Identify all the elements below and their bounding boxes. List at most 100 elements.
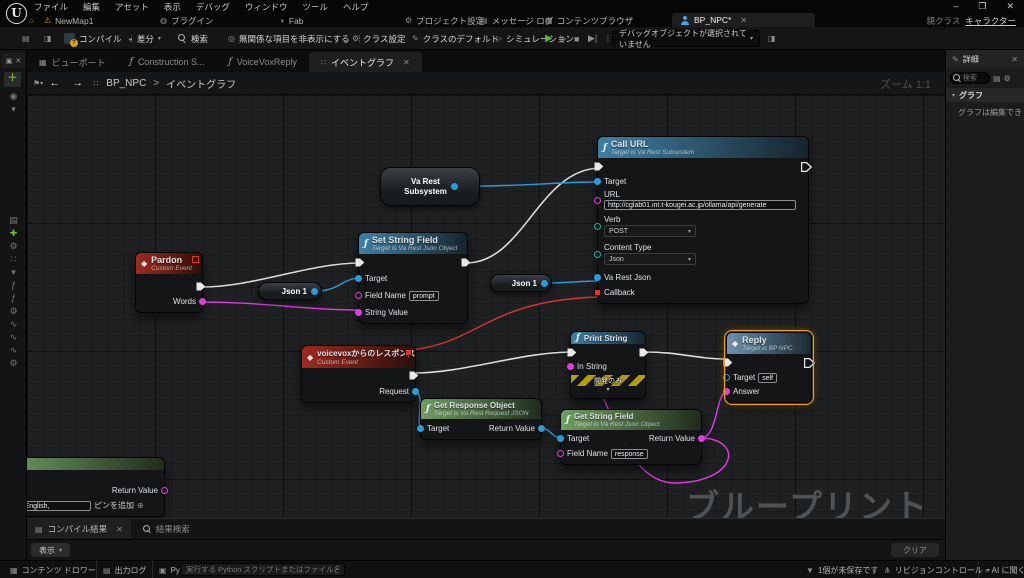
menu-help[interactable]: ヘルプ bbox=[343, 1, 369, 13]
avatar-icon[interactable]: ◉ bbox=[10, 90, 18, 103]
callback-pin[interactable] bbox=[594, 289, 601, 296]
target-self-input[interactable]: self bbox=[758, 373, 777, 383]
exec-pin[interactable] bbox=[409, 371, 419, 380]
hide-unrelated-button[interactable]: ◎無関係な項目を非表示にする⋮ bbox=[228, 27, 364, 50]
play-to-button[interactable]: ▶| bbox=[588, 27, 597, 50]
folder-icon[interactable]: ▤ bbox=[9, 214, 18, 227]
close-icon[interactable]: ✕ bbox=[15, 57, 21, 65]
menu-file[interactable]: ファイル bbox=[34, 1, 68, 13]
collapse-icon[interactable]: ▾ bbox=[11, 103, 16, 116]
variable-icon[interactable]: ∿ bbox=[10, 344, 18, 357]
text-value-input[interactable]: er in English, bbox=[27, 501, 91, 511]
function-icon[interactable]: ƒ bbox=[11, 292, 16, 305]
string-value-pin[interactable] bbox=[355, 309, 362, 316]
variable-icon[interactable]: ∿ bbox=[10, 318, 18, 331]
grid-icon[interactable]: ▤ bbox=[993, 74, 1001, 83]
browse-button[interactable]: ◨ bbox=[44, 27, 52, 50]
node-varest-subsystem[interactable]: Va RestSubsystem bbox=[380, 167, 480, 206]
level-tab[interactable]: ⚠ NewMap1 bbox=[44, 14, 93, 27]
subsystem-output-pin[interactable] bbox=[451, 183, 458, 190]
add-icon[interactable]: ✚ bbox=[10, 227, 18, 240]
node-set-string-field[interactable]: ƒ Set String FieldTarget is Va Rest Json… bbox=[358, 232, 468, 324]
words-pin[interactable] bbox=[199, 298, 206, 305]
request-pin[interactable] bbox=[412, 388, 419, 395]
menu-edit[interactable]: 編集 bbox=[83, 1, 100, 13]
delegate-pin[interactable] bbox=[192, 256, 199, 263]
save-button[interactable]: ▤ bbox=[22, 27, 30, 50]
frame-skip-button[interactable]: ▷ bbox=[560, 27, 567, 50]
debug-object-dropdown[interactable]: デバッグオブジェクトが選択されていません▾ bbox=[612, 30, 760, 47]
exec-out-pin[interactable] bbox=[804, 358, 815, 368]
node-get-response-object[interactable]: ƒ Get Response ObjectTarget is Va Rest R… bbox=[420, 398, 542, 440]
minimize-button[interactable]: – bbox=[953, 1, 958, 12]
class-defaults-button[interactable]: ✎クラスのデフォルト bbox=[412, 27, 499, 50]
add-pin-icon[interactable]: ⊕ bbox=[137, 501, 144, 510]
exec-in-pin[interactable] bbox=[567, 348, 577, 357]
close-tab-icon[interactable]: ✕ bbox=[740, 16, 747, 25]
find-button[interactable]: 検索 bbox=[178, 27, 208, 50]
json-output-pin[interactable] bbox=[541, 280, 548, 287]
url-pin[interactable] bbox=[594, 197, 601, 204]
field-name-input[interactable]: prompt bbox=[409, 291, 439, 301]
exec-out-pin[interactable] bbox=[461, 258, 471, 267]
show-filter-button[interactable]: 表示▾ bbox=[31, 543, 70, 557]
menu-debug[interactable]: デバッグ bbox=[196, 1, 230, 13]
bookmark-icon[interactable]: ⚑ bbox=[33, 79, 40, 88]
node-json1-variable[interactable]: Json 1 bbox=[258, 282, 322, 300]
details-section-graph[interactable]: ▾ グラフ bbox=[946, 88, 1024, 102]
project-settings-button[interactable]: ⚙プロジェクト設定 bbox=[405, 14, 484, 27]
clear-button[interactable]: クリア bbox=[891, 543, 939, 557]
close-tab-icon[interactable]: ✕ bbox=[403, 58, 410, 67]
close-button[interactable]: ✕ bbox=[1006, 1, 1014, 12]
compile-button[interactable]: コンパイル⋮ bbox=[64, 27, 136, 50]
play-options-button[interactable]: ⋮ bbox=[602, 27, 612, 50]
diff-button[interactable]: ◒差分▾ bbox=[128, 27, 161, 50]
chevron-down-icon[interactable]: ▾ bbox=[11, 266, 16, 279]
tab-voicevox-reply[interactable]: ƒVoiceVoxReply bbox=[216, 52, 308, 72]
node-call-url[interactable]: ƒ Call URLTarget is Va Rest Subsystem Ta… bbox=[597, 136, 809, 304]
exec-in-pin[interactable] bbox=[723, 358, 733, 367]
target-pin[interactable] bbox=[355, 275, 362, 282]
answer-pin[interactable] bbox=[723, 388, 730, 395]
content-type-dropdown[interactable]: Json▾ bbox=[604, 253, 696, 265]
breadcrumb-current[interactable]: イベントグラフ bbox=[166, 76, 236, 91]
json-output-pin[interactable] bbox=[311, 288, 318, 295]
message-log-button[interactable]: ▤メッセージ ログ bbox=[480, 14, 553, 27]
varest-json-pin[interactable] bbox=[594, 274, 601, 281]
add-pin-button[interactable]: ピンを追加 bbox=[94, 500, 134, 511]
forward-button[interactable]: → bbox=[72, 77, 83, 89]
graph-icon[interactable]: ∷ bbox=[11, 253, 17, 266]
python-command-input[interactable] bbox=[180, 563, 345, 576]
gear-icon[interactable]: ⚙ bbox=[9, 240, 17, 253]
debug-browse-button[interactable]: ◨ bbox=[768, 27, 776, 50]
url-input[interactable]: http://cglab01.int.t-kougei.ac.jp/ollama… bbox=[604, 200, 796, 210]
function-icon[interactable]: ƒ bbox=[11, 279, 16, 292]
event-graph-canvas[interactable]: ◆ PardonCustom Event Words Json 1 Va Res… bbox=[27, 95, 945, 518]
close-icon[interactable]: ✕ bbox=[1011, 55, 1018, 64]
target-pin[interactable] bbox=[723, 374, 730, 381]
maximize-button[interactable]: ❐ bbox=[978, 1, 986, 12]
add-bookmark-button[interactable]: ＋ bbox=[4, 72, 21, 87]
parent-class-link[interactable]: キャラクター bbox=[965, 16, 1016, 26]
gear-icon[interactable]: ⚙ bbox=[9, 305, 17, 318]
return-value-pin[interactable] bbox=[698, 435, 705, 442]
content-browser-button[interactable]: ▦コンテンツブラウザ bbox=[545, 14, 633, 27]
tab-bp-npc[interactable]: BP_NPC* ✕ bbox=[672, 13, 815, 27]
close-tab-icon[interactable]: ✕ bbox=[116, 525, 123, 534]
gear-icon[interactable]: ⚙ bbox=[9, 357, 17, 370]
menu-tools[interactable]: ツール bbox=[302, 1, 328, 13]
unsaved-indicator[interactable]: ▼1個が未保存です bbox=[800, 561, 884, 578]
find-results-tab[interactable]: 結果検索 bbox=[143, 523, 190, 535]
exec-out-pin[interactable] bbox=[639, 348, 649, 357]
node-json1-variable[interactable]: Json 1 bbox=[490, 274, 552, 292]
node-get-string-field[interactable]: ƒ Get String FieldTarget is Va Rest Json… bbox=[560, 409, 702, 465]
play-button[interactable]: ▶ bbox=[545, 27, 553, 50]
breadcrumb-root[interactable]: BP_NPC bbox=[106, 78, 146, 89]
field-name-pin[interactable] bbox=[355, 292, 362, 299]
field-name-pin[interactable] bbox=[557, 450, 564, 457]
ask-ai-button[interactable]: ‹AI に聞く bbox=[978, 561, 1024, 578]
tab-viewport[interactable]: ▦ビューポート bbox=[27, 52, 118, 72]
exec-pin[interactable] bbox=[196, 282, 206, 291]
target-pin[interactable] bbox=[417, 425, 424, 432]
in-string-pin[interactable] bbox=[567, 363, 574, 370]
